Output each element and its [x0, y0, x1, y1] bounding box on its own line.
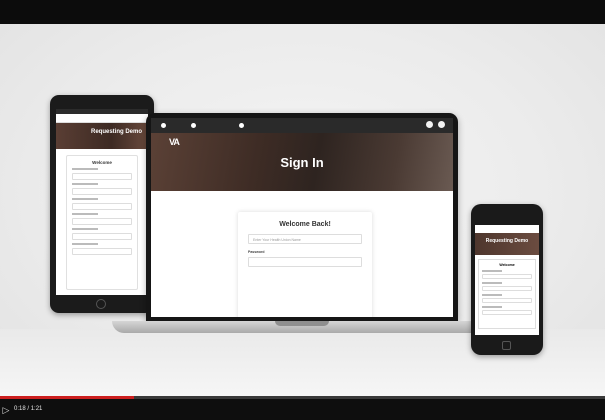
video-frame[interactable]: Requesting Demo Welcome VA Sign In Welco… — [0, 24, 605, 396]
site-logo: VA — [169, 137, 180, 147]
contact-phone-2 — [191, 123, 196, 128]
password-input — [248, 257, 362, 267]
social-icon — [438, 121, 445, 128]
laptop-page-title: Sign In — [280, 155, 324, 170]
tablet-field-label — [72, 228, 98, 230]
video-controls: ▷ 0:18 / 1:21 — [0, 396, 605, 420]
tablet-hero: Requesting Demo — [56, 123, 148, 149]
tablet-field — [72, 233, 132, 240]
phone-field-label — [482, 270, 502, 272]
phone-hero: Requesting Demo — [475, 233, 539, 255]
laptop-notch — [275, 321, 329, 326]
phone-field-label — [482, 294, 502, 296]
video-top-bar — [0, 0, 605, 24]
tablet-field-label — [72, 198, 98, 200]
current-time: 0:18 — [14, 406, 26, 412]
tablet-screen: Requesting Demo Welcome — [56, 109, 148, 295]
video-player[interactable]: Requesting Demo Welcome VA Sign In Welco… — [0, 0, 605, 420]
timecode: 0:18 / 1:21 — [14, 405, 42, 413]
phone-field — [482, 286, 532, 291]
tablet-device: Requesting Demo Welcome — [50, 95, 154, 313]
tablet-home-button-icon — [96, 299, 106, 309]
phone-page-title: Requesting Demo — [485, 238, 529, 244]
phone-home-button-icon — [502, 341, 511, 350]
phone-field — [482, 298, 532, 303]
sign-in-card-title: Welcome Back! — [279, 221, 331, 228]
play-icon: ▷ — [2, 405, 10, 415]
social-links — [426, 121, 445, 128]
tablet-field — [72, 188, 132, 195]
phone-field — [482, 274, 532, 279]
social-icon — [426, 121, 433, 128]
tablet-field-label — [72, 243, 98, 245]
tablet-nav — [56, 114, 148, 123]
password-label: Password — [248, 250, 265, 254]
tablet-field — [72, 203, 132, 210]
phone-field — [482, 310, 532, 315]
tablet-field-label — [72, 213, 98, 215]
laptop-hero: VA Sign In — [151, 133, 453, 191]
progress-played — [0, 396, 135, 399]
time-separator: / — [27, 406, 30, 412]
tablet-field — [72, 218, 132, 225]
email-icon — [239, 123, 244, 128]
tablet-form-card: Welcome — [66, 155, 138, 290]
phone-icon — [191, 123, 196, 128]
phone-device: Requesting Demo Welcome — [471, 204, 543, 355]
sign-in-card: Welcome Back! Enter Your Health Union Na… — [238, 212, 372, 317]
duration: 1:21 — [30, 406, 43, 412]
tablet-field — [72, 248, 132, 255]
username-input: Enter Your Health Union Name — [248, 234, 362, 244]
phone-form-card: Welcome — [478, 259, 536, 329]
phone-field-label — [482, 306, 502, 308]
contact-email — [239, 123, 244, 128]
phone-icon — [161, 123, 166, 128]
phone-field-label — [482, 282, 502, 284]
phone-screen: Requesting Demo Welcome — [475, 225, 539, 335]
phone-card-title: Welcome — [499, 263, 515, 267]
tablet-field — [72, 173, 132, 180]
play-button[interactable]: ▷ — [1, 405, 11, 415]
tablet-field-label — [72, 183, 98, 185]
contact-phone — [161, 123, 166, 128]
tablet-card-title: Welcome — [92, 160, 112, 165]
laptop-site-topbar — [151, 118, 453, 133]
progress-bar[interactable] — [0, 396, 605, 399]
laptop-screen: VA Sign In Welcome Back! Enter Your Heal… — [151, 118, 453, 317]
tablet-page-title: Requesting Demo — [90, 129, 142, 135]
laptop-device: VA Sign In Welcome Back! Enter Your Heal… — [146, 113, 458, 321]
tablet-field-label — [72, 168, 98, 170]
